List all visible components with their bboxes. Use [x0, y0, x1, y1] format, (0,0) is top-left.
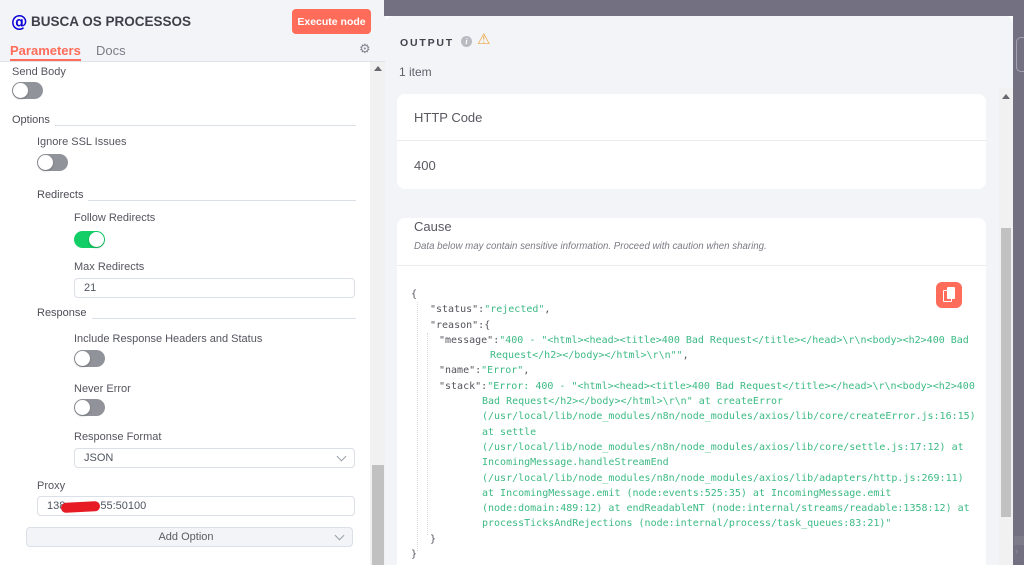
json-line: at IncomingMessage.emit (node:events:525… [482, 487, 892, 499]
json-line: (/usr/local/lib/node_modules/n8n/node_mo… [482, 472, 964, 484]
send-body-label: Send Body [12, 66, 66, 78]
max-redirects-value: 21 [84, 282, 97, 294]
json-line: "name":"Error", [439, 365, 530, 377]
http-code-divider [397, 140, 986, 141]
add-option-chevron-icon [334, 530, 345, 541]
follow-redirects-toggle[interactable] [74, 231, 105, 248]
never-error-label: Never Error [74, 383, 131, 395]
output-scrollbar-thumb[interactable] [1001, 228, 1011, 517]
json-line: "stack":"Error: 400 - "<html><head><titl… [439, 380, 975, 392]
proxy-input[interactable]: 138 55:50100 [37, 496, 355, 516]
never-error-toggle[interactable] [74, 399, 105, 416]
response-section-label: Response [37, 307, 87, 319]
options-section-line [55, 125, 356, 126]
http-code-card [397, 94, 986, 189]
settings-gear-icon[interactable]: ⚙ [359, 42, 371, 57]
follow-redirects-label: Follow Redirects [74, 212, 156, 224]
canvas-artifact [1014, 536, 1024, 545]
tab-docs[interactable]: Docs [96, 43, 126, 58]
cause-label: Cause [414, 219, 452, 234]
node-icon: @ [11, 12, 28, 31]
json-indent-guide-1 [417, 302, 418, 551]
redirects-section-line [88, 200, 356, 201]
info-icon[interactable]: i [461, 36, 472, 47]
json-line: { [411, 289, 418, 300]
copy-output-button[interactable] [936, 282, 962, 308]
add-option-label: Add Option [158, 531, 214, 543]
response-format-label: Response Format [74, 431, 162, 443]
max-redirects-label: Max Redirects [74, 261, 145, 273]
json-line: Bad Request</h2></body></html>\r\n" at c… [482, 396, 784, 408]
edge-clipped-button[interactable] [1016, 37, 1024, 72]
ignore-ssl-label: Ignore SSL Issues [37, 136, 127, 148]
ignore-ssl-toggle[interactable] [37, 154, 68, 171]
include-response-headers-label: Include Response Headers and Status [74, 333, 263, 345]
json-line: (/usr/local/lib/node_modules/n8n/node_mo… [482, 411, 976, 423]
http-code-label: HTTP Code [414, 110, 483, 125]
json-line: (/usr/local/lib/node_modules/n8n/node_mo… [482, 441, 964, 453]
options-section-label: Options [12, 114, 50, 126]
json-line: processTicksAndRejections (node:internal… [482, 518, 892, 530]
response-section-line [92, 318, 356, 319]
redaction-mark [60, 500, 101, 514]
json-line: } [430, 533, 437, 545]
canvas-overlay-top [384, 0, 1024, 16]
json-line: IncomingMessage.handleStreamEnd [482, 457, 669, 469]
redirects-section-label: Redirects [37, 189, 84, 201]
json-line: (node:domain:489:12) at endReadableNT (n… [482, 503, 970, 515]
n8n-node-detail-view: @ BUSCA OS PROCESSOS Execute node Parame… [0, 0, 1024, 565]
warning-icon: ⚠ [477, 30, 491, 48]
json-line: at settle [482, 426, 537, 438]
http-code-value: 400 [414, 158, 436, 173]
json-indent-guide-2 [427, 333, 428, 535]
output-scrollbar-up-arrow[interactable] [1002, 94, 1010, 99]
max-redirects-input[interactable]: 21 [74, 278, 355, 298]
output-items-count: 1 item [399, 65, 432, 79]
send-body-toggle[interactable] [12, 82, 43, 99]
settings-scrollbar-up-arrow[interactable] [374, 66, 382, 71]
proxy-value-suffix: 55:50100 [100, 500, 147, 512]
add-option-button[interactable]: Add Option [26, 527, 353, 547]
chevron-down-icon [336, 451, 347, 462]
json-output: { "status":"rejected", "reason":{ "message"… [411, 287, 976, 562]
response-format-select[interactable]: JSON [74, 448, 355, 468]
settings-scrollbar-thumb[interactable] [372, 465, 384, 565]
include-response-headers-toggle[interactable] [74, 350, 105, 367]
json-line: "status":"rejected", [430, 304, 551, 316]
json-line: Request</h2></body></html>\r\n"", [490, 350, 689, 362]
json-line: "reason":{ [430, 319, 491, 331]
canvas-artifact-chevron: › [1015, 546, 1018, 556]
proxy-label: Proxy [37, 480, 66, 492]
node-title: BUSCA OS PROCESSOS [31, 14, 192, 29]
json-line: } [411, 549, 418, 561]
tab-parameters[interactable]: Parameters [10, 43, 81, 58]
execute-node-button[interactable]: Execute node [292, 9, 371, 34]
canvas-overlay-right [1013, 0, 1024, 565]
tab-parameters-underline [10, 59, 81, 61]
cause-divider [397, 265, 986, 266]
output-title: OUTPUT [400, 37, 454, 49]
json-line: "message":"400 - "<html><head><title>400… [439, 334, 969, 346]
cause-warning-note: Data below may contain sensitive informa… [414, 241, 767, 252]
response-format-value: JSON [84, 452, 114, 464]
